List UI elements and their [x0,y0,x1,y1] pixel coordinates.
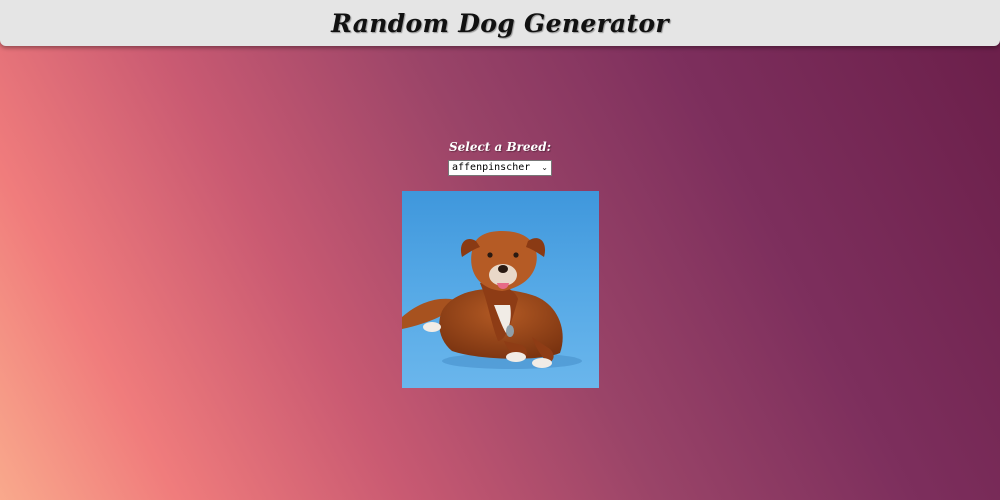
chevron-down-icon[interactable]: ⌄ [541,161,548,175]
main-content: Select a Breed: affenpinscher ⌄ [0,138,1000,388]
breed-select-label: Select a Breed: [448,140,552,154]
dog-image [401,191,599,388]
page-title: Random Dog Generator [331,8,669,38]
breed-select[interactable]: affenpinscher ⌄ [448,160,552,176]
breed-select-value: affenpinscher [452,162,531,173]
app-header: Random Dog Generator [0,0,1000,46]
